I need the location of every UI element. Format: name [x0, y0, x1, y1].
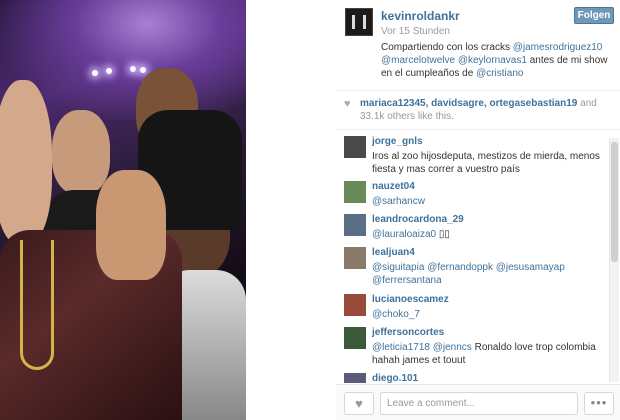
commenter-avatar[interactable] — [344, 136, 366, 158]
post-photo — [0, 0, 246, 420]
commenter-avatar[interactable] — [344, 327, 366, 349]
commenter-username[interactable]: lucianoescamez — [372, 294, 449, 305]
commenter-username[interactable]: diego.101 — [372, 373, 418, 383]
post-caption: Compartiendo con los cracks @jamesrodrig… — [381, 41, 617, 80]
pointing-hand — [96, 170, 166, 280]
mention-link[interactable]: @cristiano — [476, 68, 523, 79]
commenter-username[interactable]: jeffersoncortes — [372, 327, 444, 338]
stage-light — [106, 68, 112, 74]
heart-icon: ♥ — [344, 98, 351, 110]
mention-link[interactable]: @jesusamayap — [496, 262, 565, 273]
mention-link[interactable]: @sarhancw — [372, 196, 425, 207]
gap — [246, 0, 336, 420]
commenter-avatar[interactable] — [344, 294, 366, 316]
stage-light — [140, 67, 146, 73]
avatar-logo-icon — [352, 15, 366, 29]
mention-link[interactable]: @leticia1718 — [372, 342, 430, 353]
mention-link[interactable]: @fernandoppk — [427, 262, 493, 273]
person-james — [52, 110, 110, 194]
mention-link[interactable]: @jenncs — [433, 342, 472, 353]
mention-link[interactable]: @keylornavas1 — [458, 55, 527, 66]
commenter-avatar[interactable] — [344, 214, 366, 236]
comment-body: @lauraloaiza0 ▯▯ — [372, 228, 602, 241]
post-footer: ♥ ••• — [336, 384, 620, 420]
commenter-avatar[interactable] — [344, 247, 366, 269]
comments-scrollbar[interactable] — [609, 138, 619, 382]
mention-link[interactable]: @marcelotwelve — [381, 55, 455, 66]
person-kevin — [0, 80, 52, 244]
comment-input[interactable] — [380, 392, 578, 415]
comment-body: @sarhancw — [372, 195, 602, 208]
scrollbar-thumb[interactable] — [611, 142, 618, 262]
more-options-button[interactable]: ••• — [584, 392, 614, 415]
like-button[interactable]: ♥ — [344, 392, 374, 415]
author-avatar[interactable] — [345, 8, 373, 36]
commenter-avatar[interactable] — [344, 373, 366, 383]
ellipsis-icon: ••• — [590, 395, 608, 410]
heart-icon: ♥ — [355, 396, 363, 411]
gold-chain — [20, 240, 54, 370]
commenter-avatar[interactable] — [344, 181, 366, 203]
commenter-username[interactable]: leandrocardona_29 — [372, 214, 464, 225]
follow-button[interactable]: Folgen — [574, 7, 614, 24]
comment-text: Iros al zoo hijosdeputa, mestizos de mie… — [372, 151, 600, 175]
author-username[interactable]: kevinroldankr — [381, 9, 460, 23]
post-header: kevinroldankr Vor 15 Stunden Compartiend… — [336, 0, 620, 88]
post-sidebar: kevinroldankr Vor 15 Stunden Compartiend… — [336, 0, 620, 420]
mention-link[interactable]: @ferrersantana — [372, 275, 442, 286]
commenter-username[interactable]: nauzet04 — [372, 181, 415, 192]
mention-link[interactable]: @siguitapia — [372, 262, 424, 273]
mention-link[interactable]: @choko_7 — [372, 309, 420, 320]
stage-light — [130, 66, 136, 72]
mention-link[interactable]: @lauraloaiza0 — [372, 229, 436, 240]
comment-body: Iros al zoo hijosdeputa, mestizos de mie… — [372, 150, 602, 176]
comment-body: @siguitapia @fernandoppk @jesusamayap @f… — [372, 261, 602, 287]
comment-body: @choko_7 — [372, 308, 602, 321]
comment-text: ▯▯ — [436, 229, 450, 240]
mention-link[interactable]: @jamesrodriguez10 — [513, 42, 603, 53]
comment-body: @leticia1718 @jenncs Ronaldo love trop c… — [372, 341, 602, 367]
comments-list: jorge_gnls Iros al zoo hijosdeputa, mesti… — [336, 131, 620, 383]
stage-light — [92, 70, 98, 76]
comment-text: Compartiendo con los cracks — [381, 42, 513, 53]
commenter-username[interactable]: lealjuan4 — [372, 247, 415, 258]
commenter-username[interactable]: jorge_gnls — [372, 136, 423, 147]
likers-names[interactable]: mariaca12345, davidsagre, ortegasebastia… — [360, 98, 577, 109]
post-time: Vor 15 Stunden — [381, 26, 450, 37]
likes-summary: ♥ mariaca12345, davidsagre, ortegasebast… — [336, 90, 620, 130]
